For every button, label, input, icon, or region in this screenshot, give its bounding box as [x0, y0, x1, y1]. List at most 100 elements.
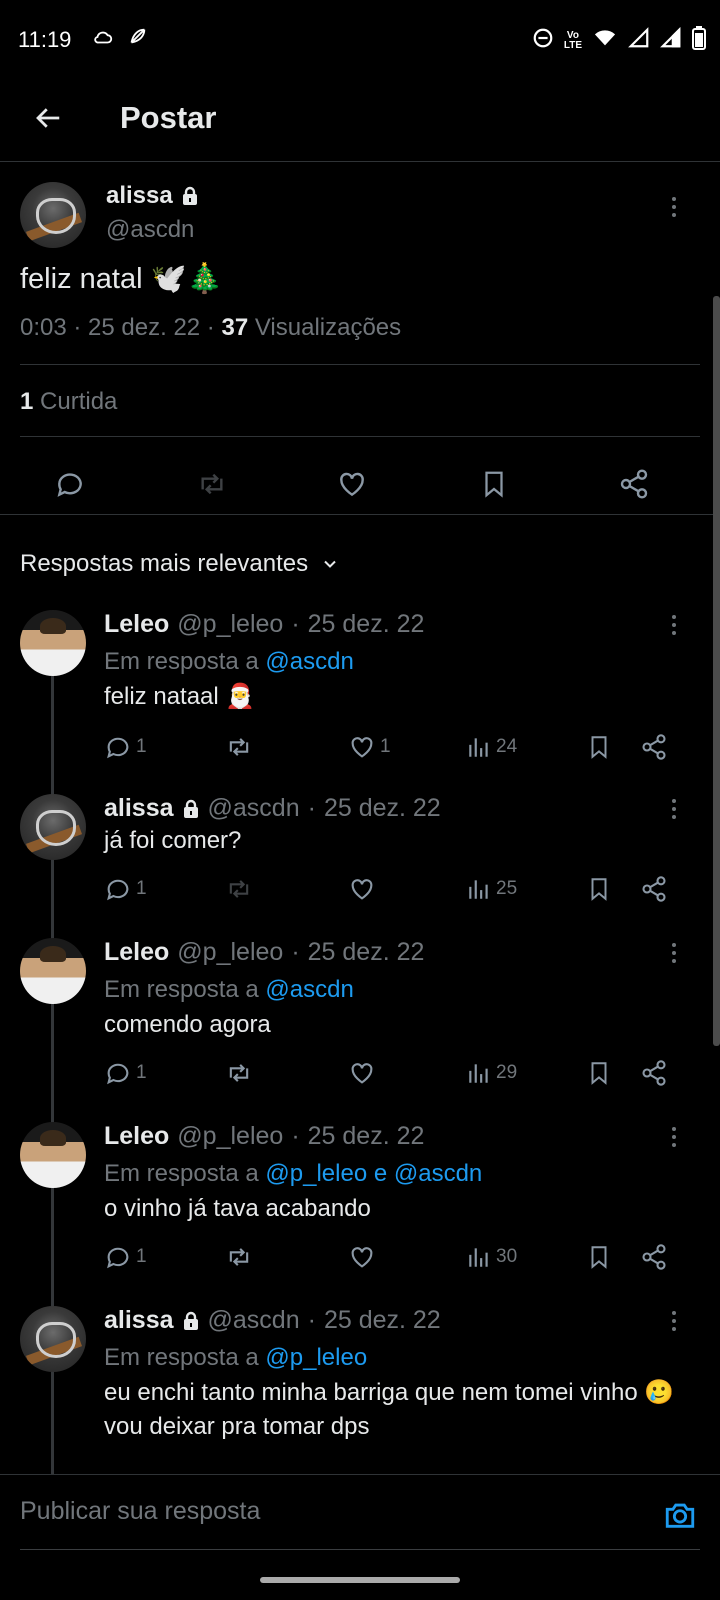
reply-input[interactable]: Publicar sua resposta [20, 1497, 260, 1526]
like-button[interactable] [348, 1240, 380, 1274]
mention-link[interactable]: @p_leleo [265, 1344, 367, 1371]
reply-item[interactable]: Leleo @p_leleo · 25 dez. 22 Em resposta … [0, 1122, 720, 1292]
post-actions [0, 452, 720, 514]
like-button[interactable] [332, 464, 372, 504]
heart-icon [340, 472, 364, 497]
heart-icon [351, 879, 373, 900]
likes-summary[interactable]: 1 Curtida [20, 388, 117, 416]
reply-actions: 1 30 [104, 1240, 684, 1274]
bookmark-button[interactable] [586, 872, 612, 906]
more-options-icon[interactable] [664, 1122, 684, 1152]
more-options-icon[interactable] [664, 794, 684, 824]
views-button[interactable]: 30 [466, 1240, 517, 1274]
bookmark-button[interactable] [586, 1240, 612, 1274]
views-button[interactable]: 25 [466, 872, 517, 906]
reply-author-handle[interactable]: @ascdn [208, 794, 300, 823]
reply-author-name[interactable]: Leleo [104, 938, 169, 967]
reply-text: o vinho já tava acabando [104, 1195, 371, 1222]
reply-author-handle[interactable]: @p_leleo [177, 610, 283, 639]
reply-author-handle[interactable]: @ascdn [208, 1306, 300, 1335]
divider [20, 1549, 700, 1550]
reply-author-handle[interactable]: @p_leleo [177, 938, 283, 967]
share-button[interactable] [640, 872, 668, 906]
post-time: 0:03 [20, 314, 67, 341]
more-options-icon[interactable] [664, 938, 684, 968]
share-icon [642, 734, 666, 760]
status-bar: 11:19 Vo LTE [0, 0, 720, 80]
avatar[interactable] [20, 794, 86, 860]
reply-button[interactable]: 1 [104, 872, 147, 906]
share-button[interactable] [640, 1240, 668, 1274]
reply-context: Em resposta a @p_leleo e @ascdn [104, 1160, 483, 1187]
repost-button[interactable] [224, 730, 254, 764]
repost-button[interactable] [224, 1240, 254, 1274]
more-options-icon[interactable] [664, 192, 684, 222]
share-icon [642, 876, 666, 902]
reply-item[interactable]: alissa @ascdn · 25 dez. 22 já foi comer?… [0, 794, 720, 924]
reply-author-name[interactable]: alissa [104, 1306, 174, 1335]
reply-context: Em resposta a @ascdn [104, 648, 354, 675]
reply-item[interactable]: Leleo @p_leleo · 25 dez. 22 Em resposta … [0, 938, 720, 1108]
mention-link[interactable]: @ascdn [265, 976, 353, 1003]
scrollbar[interactable] [713, 296, 720, 1046]
avatar[interactable] [20, 182, 86, 248]
author-name[interactable]: alissa [106, 182, 173, 210]
bookmark-button[interactable] [586, 730, 612, 764]
views-button[interactable]: 29 [466, 1056, 517, 1090]
sort-label: Respostas mais relevantes [20, 550, 309, 577]
views-count: 30 [496, 1246, 518, 1267]
like-button[interactable] [348, 872, 380, 906]
reply-button[interactable]: 1 [104, 730, 147, 764]
back-button[interactable] [28, 98, 68, 138]
like-button[interactable]: 1 [348, 730, 391, 764]
sort-dropdown[interactable]: Respostas mais relevantes [20, 550, 340, 578]
share-icon [642, 1060, 666, 1086]
likes-count: 1 [20, 388, 34, 415]
camera-button[interactable] [660, 1495, 700, 1535]
mention-link[interactable]: @p_leleo e @ascdn [265, 1160, 482, 1187]
status-time: 11:19 [18, 27, 72, 52]
comment-icon [57, 473, 82, 497]
reply-actions: 1 1 24 [104, 730, 684, 764]
author-handle[interactable]: @ascdn [106, 216, 194, 244]
repost-button[interactable] [192, 464, 232, 504]
reply-button[interactable]: 1 [104, 1056, 147, 1090]
like-button[interactable] [348, 1056, 380, 1090]
reply-item[interactable]: alissa @ascdn · 25 dez. 22 Em resposta a… [0, 1306, 720, 1474]
more-options-icon[interactable] [664, 610, 684, 640]
reply-button[interactable]: 1 [104, 1240, 147, 1274]
reply-context: Em resposta a @ascdn [104, 976, 354, 1003]
views-button[interactable]: 24 [466, 730, 517, 764]
home-indicator[interactable] [260, 1577, 460, 1583]
avatar[interactable] [20, 1122, 86, 1188]
reply-item[interactable]: Leleo @p_leleo · 25 dez. 22 Em resposta … [0, 610, 720, 780]
mention-link[interactable]: @ascdn [265, 648, 353, 675]
avatar[interactable] [20, 1306, 86, 1372]
reply-author-name[interactable]: Leleo [104, 610, 169, 639]
bookmark-button[interactable] [474, 464, 514, 504]
bookmark-button[interactable] [586, 1056, 612, 1090]
reply-author-name[interactable]: alissa [104, 794, 174, 823]
share-button[interactable] [640, 730, 668, 764]
repost-button[interactable] [224, 1056, 254, 1090]
share-button[interactable] [640, 1056, 668, 1090]
bookmark-icon [591, 736, 607, 759]
views-count: 37 [221, 314, 249, 341]
reply-author-handle[interactable]: @p_leleo [177, 1122, 283, 1151]
avatar[interactable] [20, 938, 86, 1004]
chevron-down-icon [324, 560, 336, 568]
lock-icon [183, 1311, 198, 1330]
avatar[interactable] [20, 610, 86, 676]
more-options-icon[interactable] [664, 1306, 684, 1336]
comment-icon [107, 1063, 129, 1085]
reply-date: 25 dez. 22 [323, 794, 441, 822]
reply-text: comendo agora [104, 1011, 271, 1038]
repost-icon [229, 1248, 249, 1266]
reply-button[interactable] [50, 464, 90, 504]
reply-date: 25 dez. 22 [307, 938, 425, 966]
repost-button[interactable] [224, 872, 254, 906]
signal-icon-2 [660, 27, 682, 54]
share-button[interactable] [614, 464, 654, 504]
do-not-disturb-icon [532, 27, 554, 54]
reply-author-name[interactable]: Leleo [104, 1122, 169, 1151]
